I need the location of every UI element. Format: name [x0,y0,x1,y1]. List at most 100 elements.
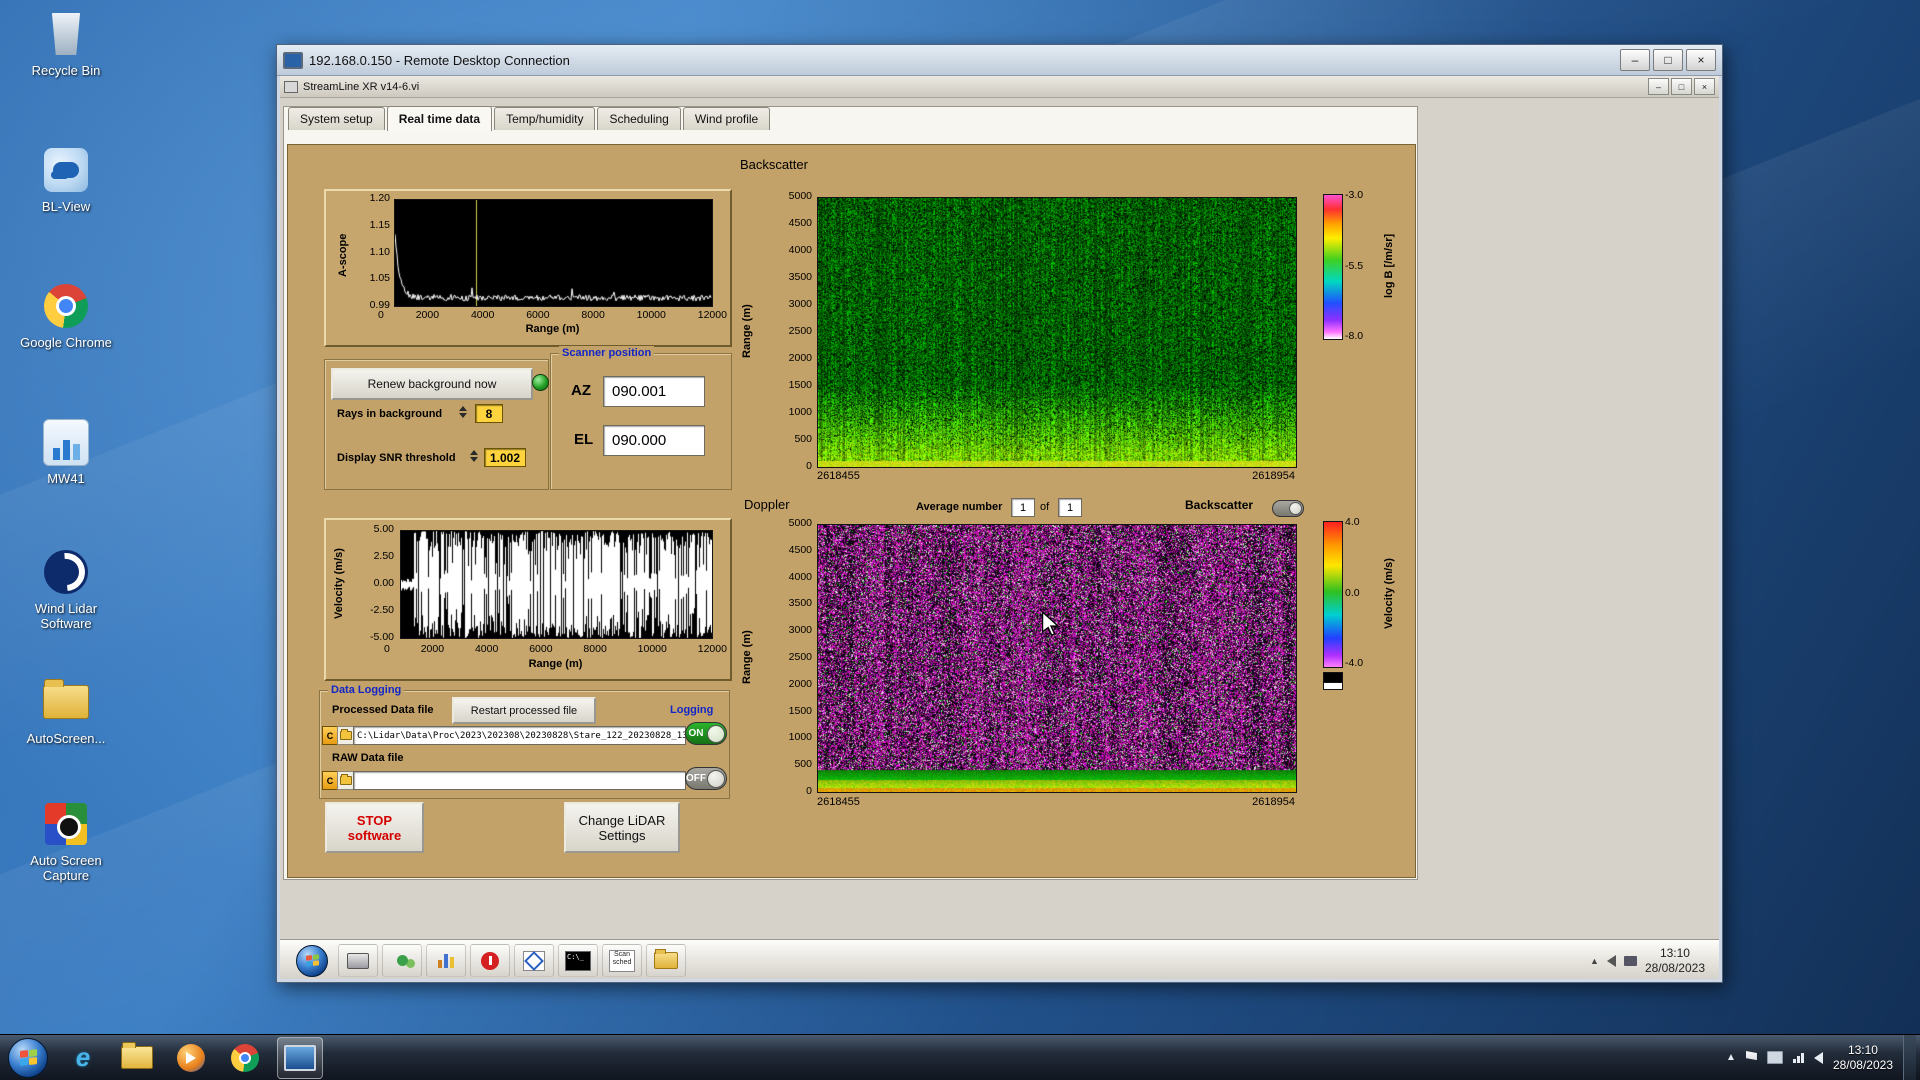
app-titlebar[interactable]: StreamLine XR v14-6.vi – □ × [280,76,1719,98]
network-icon[interactable] [1793,1053,1804,1063]
snr-stepper[interactable] [470,450,478,462]
tab-system-setup[interactable]: System setup [288,107,385,130]
start-button[interactable] [8,1038,48,1078]
tab-scheduling[interactable]: Scheduling [597,107,680,130]
average-total-field[interactable]: 1 [1058,498,1082,517]
data-logging-group: Data Logging Processed Data file Restart… [319,690,730,799]
volume-icon[interactable] [1814,1052,1823,1064]
wind-lidar-icon [42,548,90,596]
desktop-icon-recycle-bin[interactable]: Recycle Bin [10,10,122,78]
google-chrome-icon[interactable] [223,1038,267,1078]
el-label: EL [574,431,593,448]
tick-label: 4500 [789,545,812,556]
front-panel: System setup Real time data Temp/humidit… [283,106,1418,880]
xr-shortcut-icon[interactable] [514,944,554,977]
backscatter-colorbar [1323,194,1343,340]
el-field[interactable]: 090.000 [603,425,705,456]
backscatter-y-axis-label: Range (m) [740,197,754,466]
desktop-icon-auto-screen-capture[interactable]: Auto Screen Capture [10,800,122,883]
processed-browse-button[interactable] [337,726,354,745]
show-desktop-button[interactable] [1903,1035,1916,1080]
rays-in-background-field[interactable]: 8 [475,404,503,423]
tick-label: 12000 [698,309,727,321]
network-icon[interactable] [1624,956,1637,966]
tick-label: 5000 [789,191,812,202]
windows-taskbar: e ▲ 13:10 28/08/2023 [0,1034,1920,1080]
rdp-window: 192.168.0.150 - Remote Desktop Connectio… [276,44,1723,983]
backscatter-toggle[interactable] [1272,500,1304,517]
scan-sched-icon[interactable]: Scan sched [602,944,642,977]
tab-wind-profile[interactable]: Wind profile [683,107,770,130]
desktop-icon-autoscreen-folder[interactable]: AutoScreen... [10,678,122,746]
raw-drive-selector[interactable]: C [322,771,338,790]
taskbar-time: 13:10 [1833,1043,1893,1058]
desktop-icon-google-chrome[interactable]: Google Chrome [10,282,122,350]
printer-icon[interactable] [338,944,378,977]
maximize-button[interactable]: □ [1653,49,1683,71]
restart-processed-file-button[interactable]: Restart processed file [452,697,596,724]
rays-stepper[interactable] [459,406,467,418]
app-close-button[interactable]: × [1694,78,1715,95]
stop-software-button[interactable]: STOP software [325,802,424,853]
rdp-titlebar[interactable]: 192.168.0.150 - Remote Desktop Connectio… [277,45,1722,76]
change-lidar-settings-button[interactable]: Change LiDAR Settings [564,802,680,853]
tab-strip: System setup Real time data Temp/humidit… [288,107,770,132]
explorer-folder-icon[interactable] [646,944,686,977]
users-icon[interactable] [382,944,422,977]
chrome-icon [42,282,90,330]
tick-label: 1500 [789,706,812,717]
tick-label: 5.00 [374,524,394,535]
windows-media-player-icon[interactable] [169,1038,213,1078]
real-time-data-panel: A-scope 1.20 1.15 1.10 1.05 0.99 0 2000 4000 60… [287,144,1416,878]
processed-data-file-path[interactable]: C:\Lidar\Data\Proc\2023\202308\20230828\… [353,726,686,745]
session-icon[interactable] [1767,1051,1783,1064]
browse-folder-icon [340,776,352,785]
remote-desktop-taskbar-icon[interactable] [277,1037,323,1079]
desktop-icon-label: Google Chrome [20,335,112,350]
average-number-field[interactable]: 1 [1011,498,1035,517]
snr-threshold-field[interactable]: 1.002 [484,448,526,467]
app-restore-button[interactable]: □ [1671,78,1692,95]
rdp-window-title: 192.168.0.150 - Remote Desktop Connectio… [309,53,570,68]
internet-explorer-icon[interactable]: e [61,1038,105,1078]
hidden-icons-arrow[interactable]: ▲ [1726,1052,1736,1063]
close-icon: × [1702,82,1707,92]
stop-line2: software [348,828,401,843]
desktop-icon-mw41[interactable]: MW41 [10,418,122,486]
tab-temp-humidity[interactable]: Temp/humidity [494,107,595,130]
az-field[interactable]: 090.001 [603,376,705,407]
close-button[interactable]: × [1686,49,1716,71]
taskbar-clock[interactable]: 13:10 28/08/2023 [1833,1043,1893,1073]
processed-drive-selector[interactable]: C [322,726,338,745]
console-icon[interactable]: C:\_ [558,944,598,977]
chart-icon[interactable] [426,944,466,977]
minimize-button[interactable]: – [1620,49,1650,71]
renew-background-button[interactable]: Renew background now [331,368,533,400]
raw-browse-button[interactable] [337,771,354,790]
a-scope-x-axis-label: Range (m) [394,323,711,335]
tick-label: 3000 [789,299,812,310]
remote-clock[interactable]: 13:10 28/08/2023 [1645,946,1705,976]
tick-label: 1000 [789,407,812,418]
processed-logging-toggle[interactable]: ON [685,722,727,745]
app-minimize-button[interactable]: – [1648,78,1669,95]
power-icon[interactable] [470,944,510,977]
raw-data-file-path[interactable] [353,771,686,790]
raw-logging-toggle[interactable]: OFF [685,767,727,790]
tab-real-time-data[interactable]: Real time data [387,106,492,131]
tick-label: -5.5 [1345,260,1381,272]
windows-explorer-icon[interactable] [115,1038,159,1078]
tick-label: 4000 [789,572,812,583]
volume-icon[interactable] [1607,955,1616,967]
tick-label: 0.0 [1345,587,1381,599]
hidden-icons-arrow[interactable]: ▲ [1590,956,1599,966]
taskbar-date: 28/08/2023 [1833,1058,1893,1073]
remote-start-button[interactable] [296,945,328,977]
action-center-flag-icon[interactable] [1746,1051,1757,1064]
windows-flag-icon [20,1049,37,1066]
tick-label: 4000 [475,643,498,655]
browse-folder-icon [340,731,352,740]
desktop-icon-bl-view[interactable]: BL-View [10,146,122,214]
desktop-icon-wind-lidar[interactable]: Wind Lidar Software [10,548,122,631]
windows-flag-icon [306,954,319,966]
